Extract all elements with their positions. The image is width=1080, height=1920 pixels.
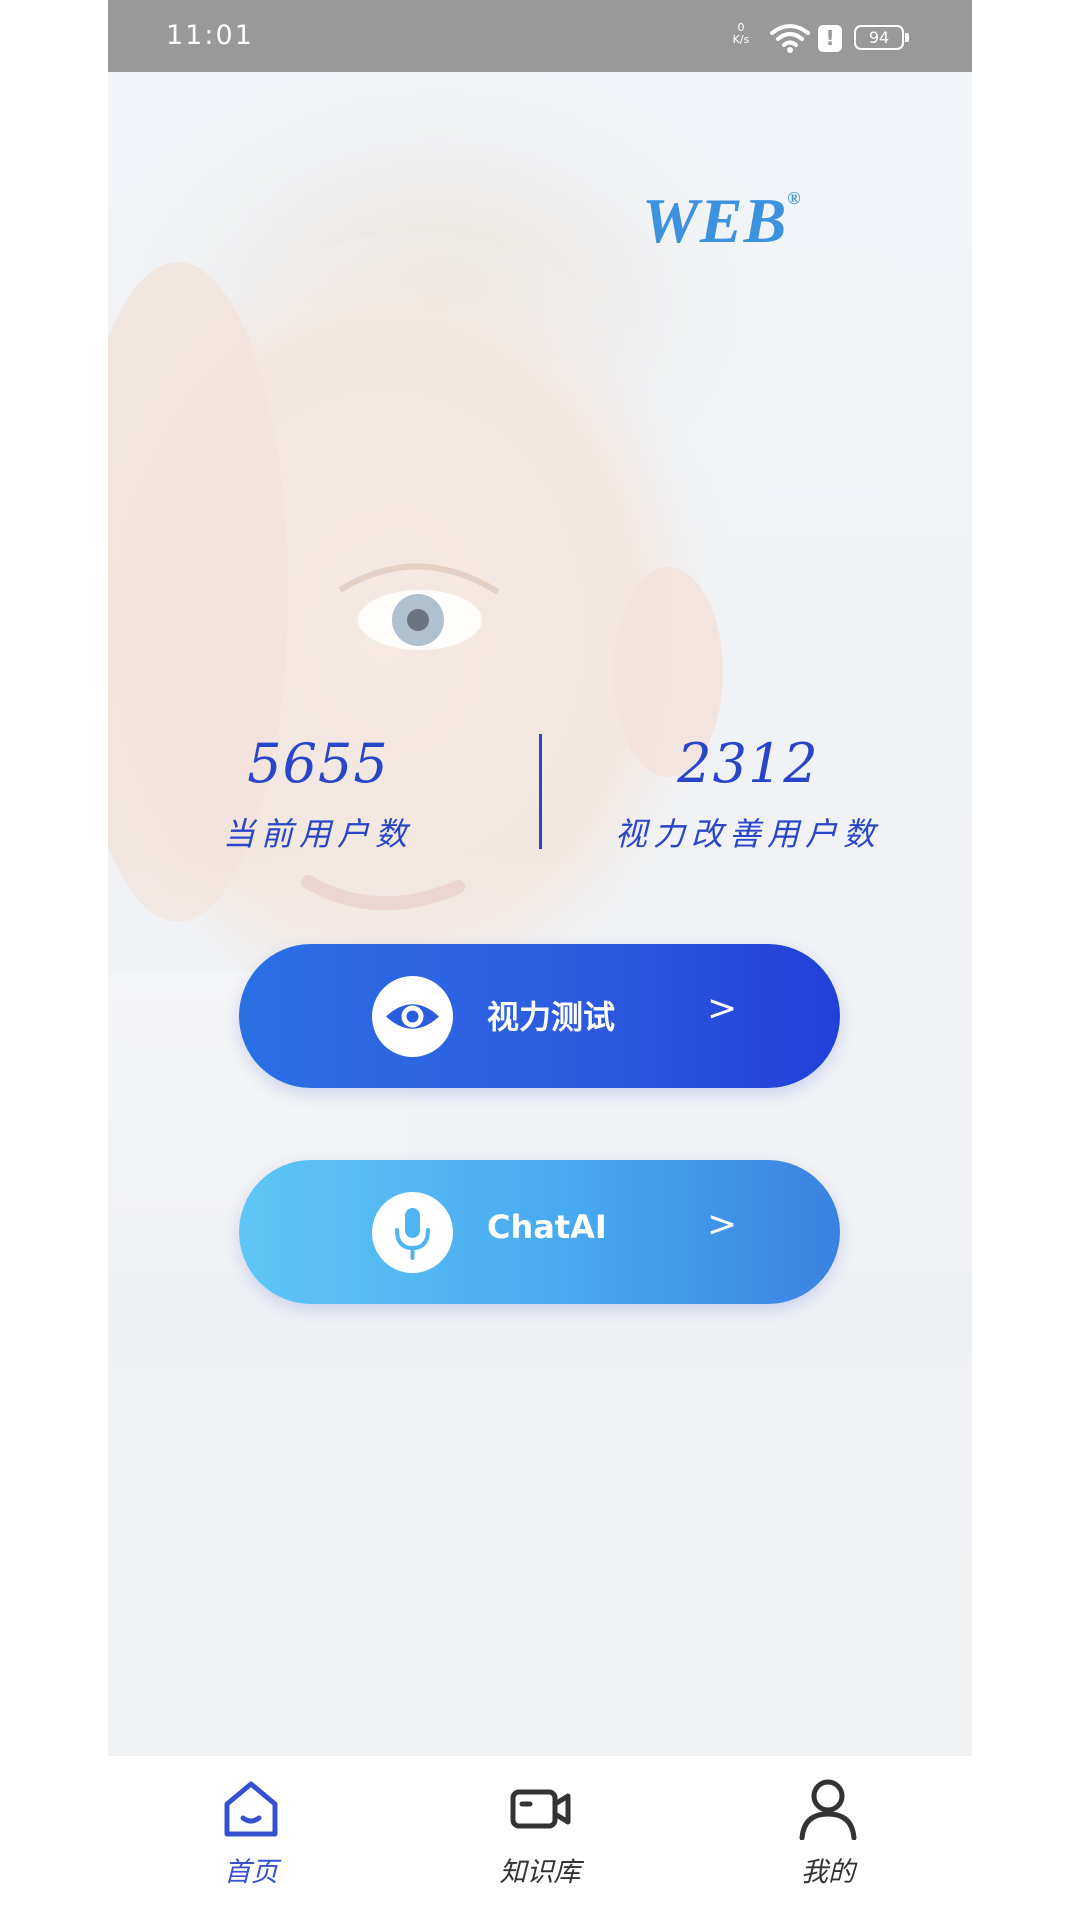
video-camera-icon [460,1776,620,1844]
bottom-navigation: 首页 知识库 我的 [108,1756,972,1920]
hero-photo [108,72,972,1272]
wifi-icon [770,22,810,58]
nav-item-knowledge[interactable]: 知识库 [460,1776,620,1889]
stat-current-users: 5655 当前用户数 [218,732,418,855]
hero-section: WEB® 5655 当前用户数 2312 视力改善用户数 [108,72,972,1757]
stat-improved-users: 2312 视力改善用户数 [608,732,888,855]
battery-indicator: 94 [854,25,909,50]
status-bar: 11:01 0 K/s ! 94 [108,0,972,72]
vision-test-button[interactable]: 视力测试 > [239,944,840,1088]
brand-logo: WEB® [642,184,802,258]
chevron-right-icon: > [707,1204,738,1245]
nav-knowledge-label: 知识库 [499,1857,581,1888]
stat-divider [539,734,542,849]
eye-icon [372,976,453,1057]
chevron-right-icon: > [707,988,738,1029]
home-icon [171,1776,331,1844]
person-icon [748,1776,908,1844]
stat-improved-users-label: 视力改善用户数 [614,815,881,853]
stat-current-users-value: 5655 [247,732,389,795]
stat-current-users-label: 当前用户数 [222,815,413,853]
microphone-icon [372,1192,453,1273]
app-screen: 11:01 0 K/s ! 94 WEB® 5655 当前用户数 2312 视力… [108,0,972,1920]
brand-logo-text: WEB [642,185,788,256]
net-speed-unit: K/s [732,33,750,46]
net-speed: 0 K/s [728,22,754,46]
vision-test-label: 视力测试 [487,998,616,1036]
nav-home-label: 首页 [224,1857,278,1888]
nav-item-home[interactable]: 首页 [171,1776,331,1889]
status-time: 11:01 [166,20,254,51]
chat-ai-label: ChatAI [487,1208,607,1246]
nav-mine-label: 我的 [801,1857,855,1888]
nav-item-mine[interactable]: 我的 [748,1776,908,1889]
registered-mark: ® [787,188,802,208]
chat-ai-button[interactable]: ChatAI > [239,1160,840,1304]
stat-improved-users-value: 2312 [677,732,819,795]
alert-icon: ! [818,25,842,52]
